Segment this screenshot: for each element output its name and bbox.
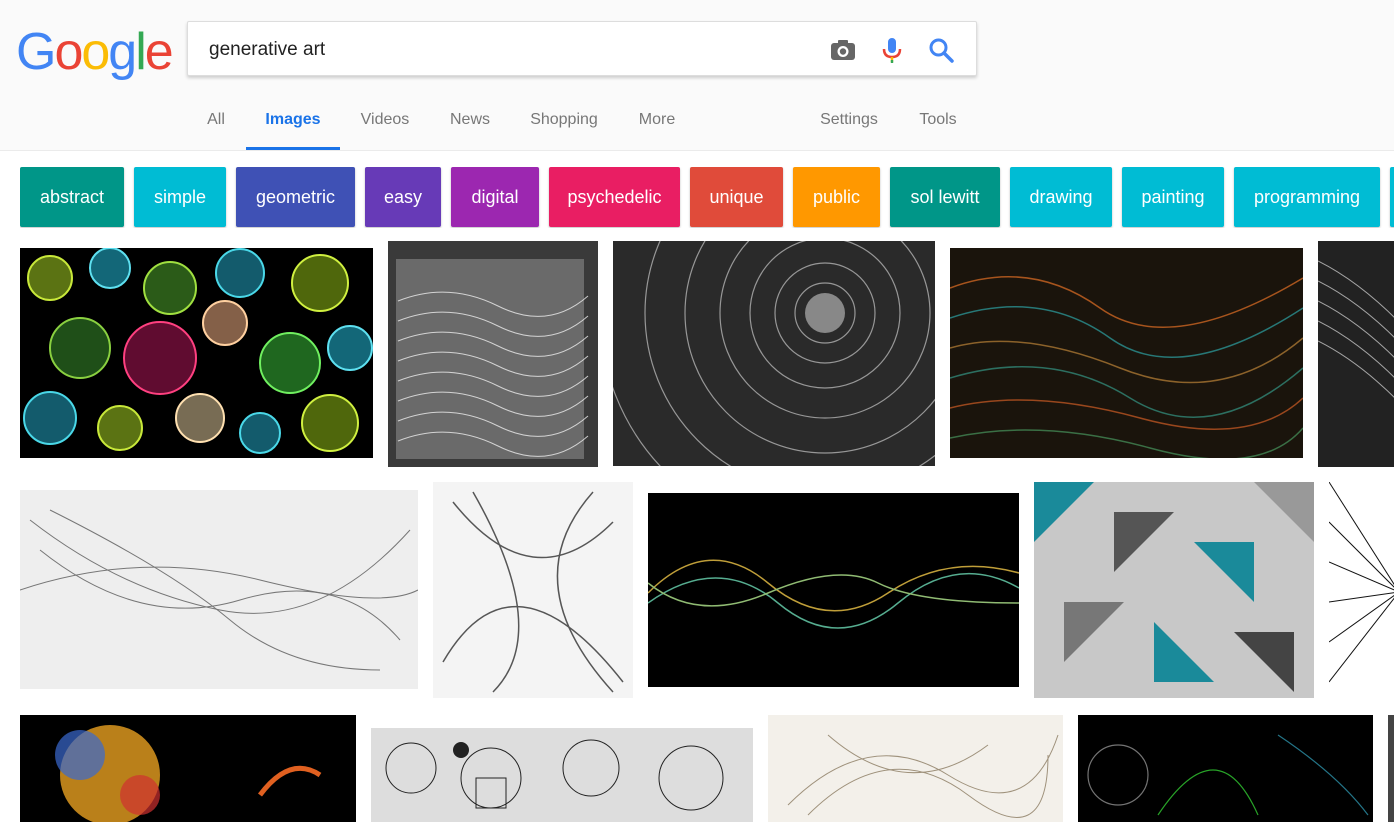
- chip-drawing[interactable]: drawing: [1010, 167, 1112, 227]
- google-logo[interactable]: Google: [16, 22, 174, 82]
- image-result[interactable]: [648, 493, 1019, 687]
- search-input[interactable]: [207, 34, 811, 66]
- header: Google All Images Videos News Shopping M…: [0, 0, 1394, 151]
- image-result[interactable]: [768, 715, 1063, 822]
- tab-news[interactable]: News: [444, 96, 496, 150]
- tab-all[interactable]: All: [196, 96, 236, 150]
- image-result[interactable]: [1078, 715, 1373, 822]
- image-result[interactable]: [1034, 482, 1314, 698]
- tab-shopping[interactable]: Shopping: [524, 96, 604, 150]
- tab-tools[interactable]: Tools: [912, 96, 964, 150]
- image-result[interactable]: [20, 490, 418, 689]
- search-box: [187, 21, 977, 76]
- camera-icon[interactable]: [828, 35, 858, 65]
- chip-easy[interactable]: easy: [365, 167, 441, 227]
- image-result[interactable]: [433, 482, 633, 698]
- image-result[interactable]: [1388, 715, 1394, 822]
- image-result[interactable]: [950, 248, 1303, 458]
- search-icon[interactable]: [926, 35, 956, 65]
- chip-geometric[interactable]: geometric: [236, 167, 355, 227]
- image-result[interactable]: [1329, 482, 1394, 698]
- tab-more[interactable]: More: [632, 96, 682, 150]
- tab-settings[interactable]: Settings: [814, 96, 884, 150]
- image-result[interactable]: [1318, 241, 1394, 467]
- tab-videos[interactable]: Videos: [354, 96, 416, 150]
- image-result[interactable]: [20, 715, 356, 822]
- image-result[interactable]: [371, 728, 753, 822]
- chip-public[interactable]: public: [793, 167, 880, 227]
- image-result[interactable]: [388, 241, 598, 467]
- chip-abstract[interactable]: abstract: [20, 167, 124, 227]
- chip-unique[interactable]: unique: [690, 167, 783, 227]
- chip-digital[interactable]: digital: [451, 167, 539, 227]
- image-result[interactable]: [20, 248, 373, 458]
- related-chips: abstract simple geometric easy digital p…: [20, 167, 1394, 228]
- chip-partial[interactable]: [1390, 167, 1394, 227]
- search-tabs: All Images Videos News Shopping More Set…: [0, 96, 1394, 150]
- chip-painting[interactable]: painting: [1122, 167, 1224, 227]
- chip-psychedelic[interactable]: psychedelic: [549, 167, 680, 227]
- chip-programming[interactable]: programming: [1234, 167, 1380, 227]
- microphone-icon[interactable]: [877, 35, 907, 65]
- tab-images[interactable]: Images: [246, 96, 340, 150]
- image-result[interactable]: [613, 241, 935, 466]
- chip-simple[interactable]: simple: [134, 167, 226, 227]
- chip-sol-lewitt[interactable]: sol lewitt: [890, 167, 1000, 227]
